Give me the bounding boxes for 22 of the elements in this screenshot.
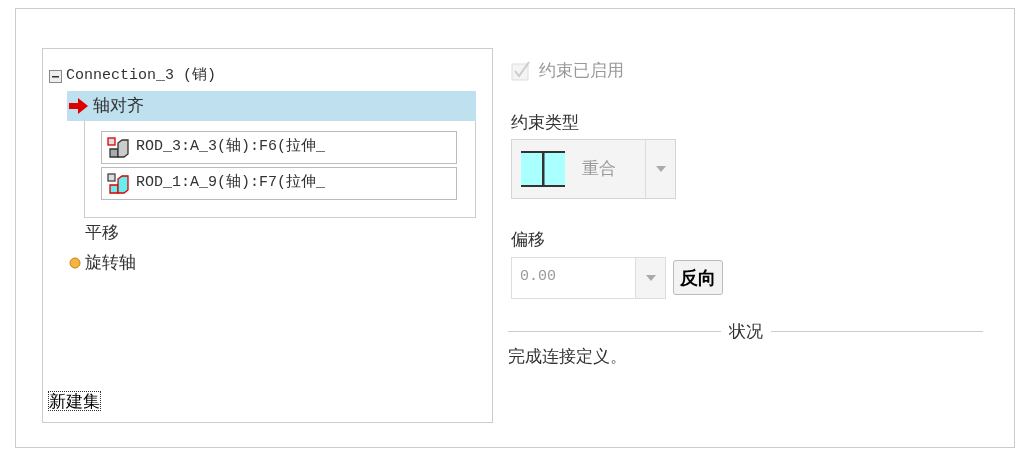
status-message: 完成连接定义。 xyxy=(508,345,628,368)
field-label: 偏移 xyxy=(511,228,546,251)
coincident-icon xyxy=(520,150,566,188)
field-label: 约束类型 xyxy=(511,110,580,134)
dropdown-arrow-icon xyxy=(655,166,666,172)
part-icon xyxy=(106,136,130,159)
arrow-icon xyxy=(69,98,89,114)
status-dot-icon xyxy=(69,257,81,269)
section-title: 状况 xyxy=(727,319,764,343)
dropdown-arrow-icon xyxy=(645,274,656,281)
tree-node[interactable]: Connection_3 (销) xyxy=(66,64,217,88)
tree-item[interactable]: 平移 xyxy=(67,218,476,248)
tree-item[interactable]: 旋转轴 xyxy=(67,248,476,278)
new-set-button[interactable]: 新建集 xyxy=(49,391,100,411)
reference-item[interactable]: ROD_1:A_9(轴):F7(拉伸_ xyxy=(101,167,457,200)
reference-item[interactable]: ROD_3:A_3(轴):F6(拉伸_ xyxy=(101,131,457,164)
tree-item[interactable]: 轴对齐 xyxy=(67,91,476,121)
reverse-button[interactable]: 反向 xyxy=(673,260,723,295)
checkbox-label: 约束已启用 xyxy=(539,59,624,82)
collapse-toggle-icon[interactable] xyxy=(49,69,62,83)
dropdown-button[interactable] xyxy=(636,256,666,299)
part-icon xyxy=(106,172,130,195)
